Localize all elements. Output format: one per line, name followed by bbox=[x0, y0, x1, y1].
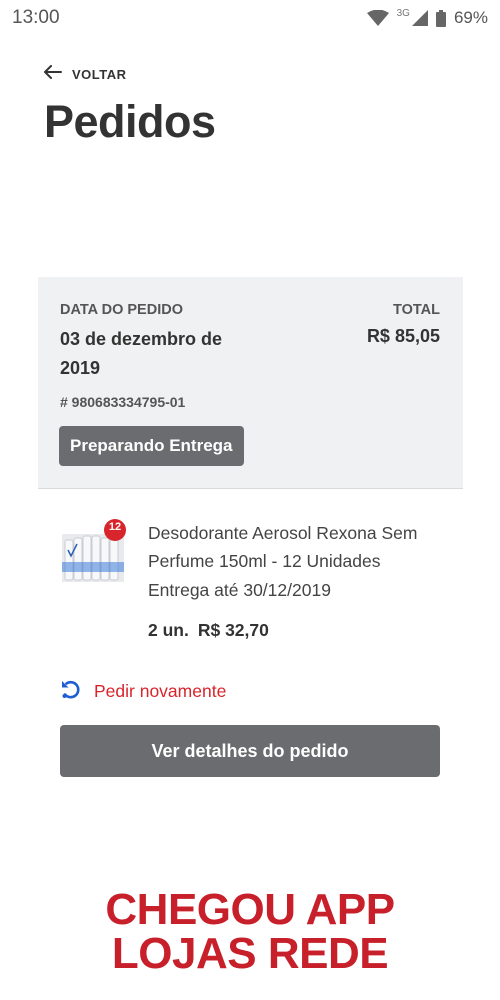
order-number: # 980683334795-01 bbox=[60, 394, 186, 410]
product-name: Desodorante Aerosol Rexona Sem Perfume 1… bbox=[148, 523, 418, 571]
reorder-label: Pedir novamente bbox=[94, 681, 227, 701]
view-order-details-button[interactable]: Ver detalhes do pedido bbox=[60, 725, 440, 777]
order-date-value: 03 de dezembro de 2019 bbox=[60, 329, 223, 378]
wifi-icon bbox=[366, 10, 389, 26]
signal-icon bbox=[411, 10, 428, 26]
product-pack-badge: 12 bbox=[108, 521, 122, 533]
order-summary-card: DATA DO PEDIDO 03 de dezembro de 2019 TO… bbox=[38, 277, 463, 489]
promo-line-1: CHEGOU APP bbox=[105, 885, 395, 934]
status-time: 13:00 bbox=[12, 7, 60, 28]
network-type: 3G bbox=[396, 7, 410, 19]
status-bar: 13:00 3G 69% bbox=[0, 0, 500, 36]
promo-banner: CHEGOU APP LOJAS REDE bbox=[0, 888, 500, 976]
battery-icon bbox=[435, 9, 446, 27]
reorder-link[interactable]: Pedir novamente bbox=[60, 678, 226, 705]
back-label: VOLTAR bbox=[72, 67, 127, 82]
order-status-badge: Preparando Entrega bbox=[59, 426, 244, 466]
battery-level: 69% bbox=[453, 8, 488, 27]
arrow-left-icon bbox=[44, 65, 62, 84]
delivery-date: Entrega até 30/12/2019 bbox=[148, 580, 331, 600]
product-quantity: 2 un. bbox=[148, 620, 189, 640]
status-icons: 3G 69% bbox=[366, 7, 488, 28]
order-date-label: DATA DO PEDIDO bbox=[60, 302, 183, 318]
back-button[interactable]: VOLTAR bbox=[44, 65, 127, 84]
page-title: Pedidos bbox=[44, 96, 216, 147]
order-total-label: TOTAL bbox=[393, 302, 440, 318]
product-image: 12 bbox=[60, 518, 126, 586]
product-price: R$ 32,70 bbox=[197, 620, 269, 640]
promo-line-2: LOJAS REDE bbox=[111, 929, 389, 978]
reorder-icon bbox=[60, 678, 82, 705]
product-quantity-price: 2 un. R$ 32,70 bbox=[148, 620, 269, 641]
order-total-value: R$ 85,05 bbox=[366, 326, 440, 346]
